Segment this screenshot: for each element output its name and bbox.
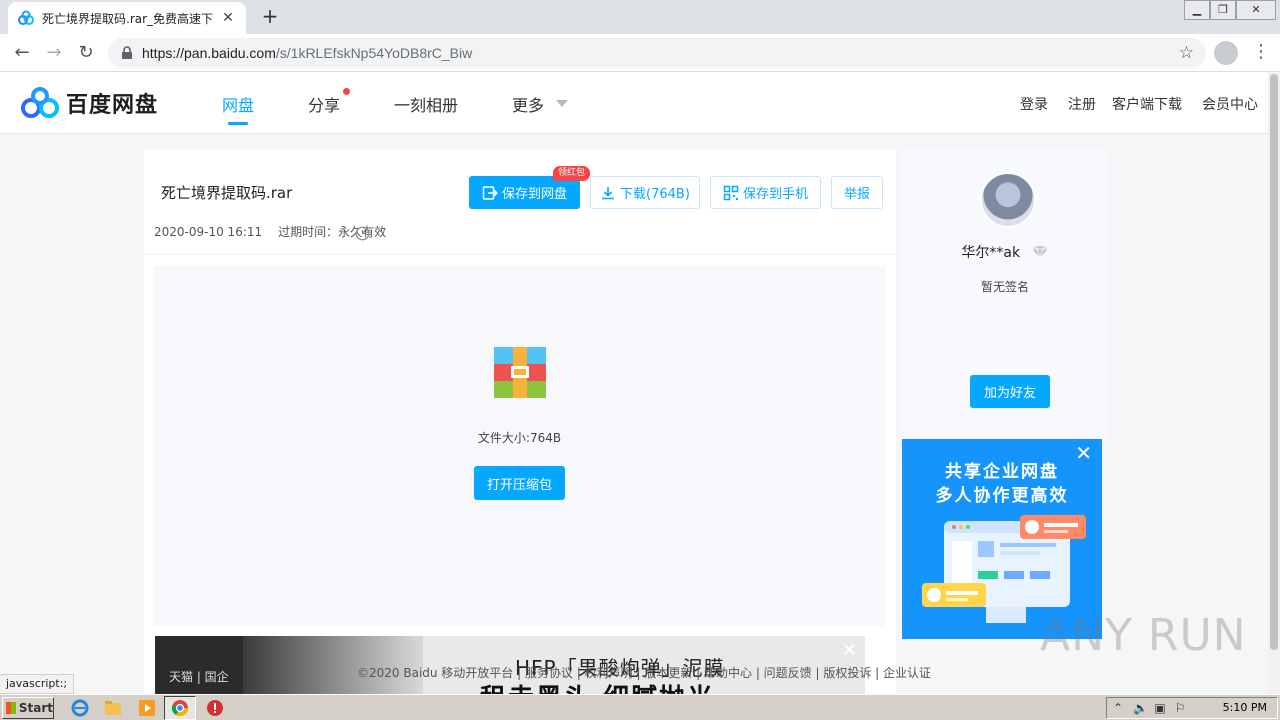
site-header: 百度网盘 网盘 分享 一刻相册 更多 登录 注册 客户端下载 会员中心 <box>0 72 1268 134</box>
vip-diamond-icon <box>1031 245 1048 259</box>
tab-close-icon[interactable]: ✕ <box>220 10 236 26</box>
new-tab-button[interactable]: + <box>258 6 282 28</box>
download-label: 下载(764B) <box>620 187 690 202</box>
url-host: https://pan.baidu.com <box>142 45 276 61</box>
window-close-icon[interactable]: ✕ <box>1236 0 1276 20</box>
lock-icon <box>122 46 132 59</box>
nav-wangpan[interactable]: 网盘 <box>222 92 254 116</box>
client-download-link[interactable]: 客户端下载 <box>1112 94 1182 114</box>
download-button[interactable]: 下载(764B) <box>590 176 700 209</box>
browser-tab[interactable]: 死亡境界提取码.rar_免费高速下载|百 ✕ <box>8 2 246 34</box>
nav-active-underline <box>228 122 248 125</box>
browser-toolbar: ← → ↻ https://pan.baidu.com/s/1kRLEfskNp… <box>0 34 1280 72</box>
page-scrollbar[interactable] <box>1268 72 1280 694</box>
address-bar[interactable]: https://pan.baidu.com/s/1kRLEfskNp54YoDB… <box>108 38 1206 68</box>
taskbar-clock: 5:10 PM <box>1222 701 1267 714</box>
footer-links: ©2020 Baidu 移动开放平台 | 服务协议 | 权利声明 | 版本更新 … <box>357 666 932 680</box>
forward-arrow-icon[interactable]: → <box>42 41 66 65</box>
minimize-icon[interactable]: ▁ <box>1184 0 1210 20</box>
archive-file-icon <box>494 347 546 398</box>
download-icon <box>602 186 615 199</box>
save-to-pan-label: 保存到网盘 <box>501 187 567 202</box>
start-button[interactable]: Start <box>2 697 54 719</box>
url-path: /s/1kRLEfskNp54YoDB8rC_Biw <box>275 45 473 61</box>
ad-close-icon[interactable]: ✕ <box>842 640 857 661</box>
link-status-bubble: javascript:; <box>0 674 75 694</box>
anyrun-watermark: ANY RUN <box>1040 610 1247 661</box>
tab-title: 死亡境界提取码.rar_免费高速下载|百 <box>42 11 214 26</box>
reload-icon[interactable]: ↻ <box>74 41 98 65</box>
share-notification-dot <box>343 88 350 95</box>
system-tray: ⌃ 🔈 ▣ ⚐ 5:10 PM <box>1106 697 1278 719</box>
scrollbar-thumb[interactable] <box>1270 74 1278 650</box>
profile-avatar-icon[interactable] <box>1214 41 1238 65</box>
stop-sign-icon[interactable] <box>205 698 225 718</box>
ad-left-text: 天猫 | 国企 <box>169 670 229 684</box>
side-ad-line1: 共享企业网盘 <box>945 462 1059 482</box>
nav-share[interactable]: 分享 <box>308 92 340 116</box>
add-friend-button[interactable]: 加为好友 <box>970 375 1050 408</box>
chrome-taskbar-button[interactable] <box>164 696 196 720</box>
sharer-avatar[interactable] <box>980 172 1036 228</box>
file-preview-area: 文件大小:764B 打开压缩包 <box>154 266 885 626</box>
save-icon <box>482 185 498 200</box>
sharer-username: 华尔**ak <box>961 245 1021 261</box>
file-name: 死亡境界提取码.rar <box>161 184 293 202</box>
nav-album[interactable]: 一刻相册 <box>394 92 458 116</box>
report-button[interactable]: 举报 <box>831 176 883 209</box>
red-envelope-badge: 领红包 <box>553 166 591 181</box>
browser-menu-icon[interactable]: ⋮ <box>1252 41 1270 65</box>
network-icon[interactable]: ▣ <box>1153 701 1167 715</box>
vip-center-link[interactable]: 会员中心 <box>1202 94 1258 114</box>
logo-text: 百度网盘 <box>66 93 159 118</box>
file-size: 文件大小:764B <box>477 431 562 445</box>
qr-code-icon <box>723 185 739 200</box>
file-card: 死亡境界提取码.rar 2020-09-10 16:11 过期时间：永久有效 保… <box>144 150 896 694</box>
card-divider <box>144 254 896 255</box>
more-caret-icon[interactable] <box>556 100 568 107</box>
clock-icon <box>355 226 370 241</box>
file-meta: 2020-09-10 16:11 过期时间：永久有效 <box>154 223 386 241</box>
sharer-profile-card: 华尔**ak 暂无签名 加为好友 <box>902 150 1108 440</box>
save-to-phone-button[interactable]: 保存到手机 <box>710 176 821 209</box>
baidu-pan-logo-icon <box>21 87 59 118</box>
sharer-signature: 暂无签名 <box>980 280 1029 294</box>
open-archive-button[interactable]: 打开压缩包 <box>474 466 565 500</box>
tray-expand-icon[interactable]: ⌃ <box>1111 701 1125 715</box>
restore-icon[interactable]: ❐ <box>1210 0 1236 20</box>
enterprise-pan-ad[interactable]: 共享企业网盘 多人协作更高效 ✕ <box>902 439 1102 639</box>
media-player-icon[interactable] <box>137 698 157 718</box>
login-link[interactable]: 登录 <box>1020 94 1048 114</box>
browser-tab-strip: 死亡境界提取码.rar_免费高速下载|百 ✕ + ▁ ❐ ✕ <box>0 0 1280 34</box>
volume-icon[interactable]: 🔈 <box>1133 701 1148 715</box>
folder-icon[interactable] <box>103 698 123 718</box>
save-to-phone-label: 保存到手机 <box>742 187 808 202</box>
action-center-flag-icon[interactable]: ⚐ <box>1173 701 1187 715</box>
back-arrow-icon[interactable]: ← <box>10 41 34 65</box>
ie-icon[interactable] <box>70 698 90 718</box>
bookmark-star-icon[interactable]: ☆ <box>1179 43 1194 63</box>
start-label: Start <box>18 701 53 715</box>
baidu-pan-favicon-icon <box>18 10 34 25</box>
baidu-pan-logo[interactable]: 百度网盘 <box>20 86 158 120</box>
nav-more[interactable]: 更多 <box>512 92 544 116</box>
sharer-username-row: 华尔**ak <box>902 242 1108 262</box>
side-ad-line2: 多人协作更高效 <box>935 486 1069 506</box>
side-ad-close-icon[interactable]: ✕ <box>1075 441 1092 465</box>
chrome-icon <box>171 700 189 717</box>
report-label: 举报 <box>843 187 870 202</box>
windows-flag-icon <box>6 702 16 714</box>
ad-dark-panel <box>155 636 243 694</box>
register-link[interactable]: 注册 <box>1068 94 1096 114</box>
windows-taskbar: Start ⌃ 🔈 ▣ ⚐ 5:10 PM <box>0 694 1280 720</box>
url-text: https://pan.baidu.com/s/1kRLEfskNp54YoDB… <box>142 45 472 61</box>
share-date: 2020-09-10 16:11 <box>154 224 263 239</box>
